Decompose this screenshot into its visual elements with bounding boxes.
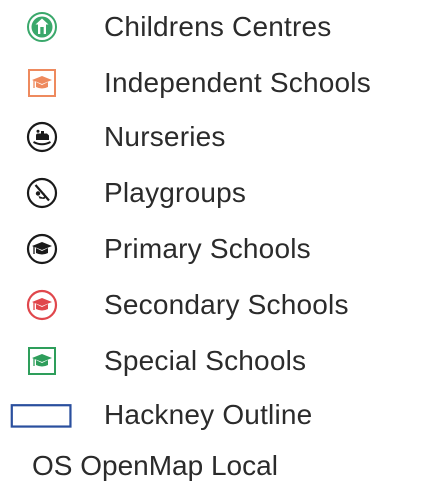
independent-school-icon [10,61,74,105]
secondary-school-icon [10,283,74,327]
basemap-label: OS OpenMap Local [32,450,278,481]
legend-label: Primary Schools [104,233,311,264]
childrens-centre-icon [10,5,74,49]
legend-label: Childrens Centres [104,11,332,42]
legend-item-childrens-centres: Childrens Centres [0,2,422,52]
legend-item-independent-schools: Independent Schools [0,58,422,108]
legend-label: Playgroups [104,177,247,208]
legend-label: Hackney Outline [104,399,313,430]
legend-label: Secondary Schools [104,289,349,320]
primary-school-icon [10,227,74,271]
hackney-outline-swatch [10,393,74,437]
nursery-icon [10,115,74,159]
special-school-icon [10,339,74,383]
legend-item-playgroups: Playgroups [0,168,422,218]
legend-item-nurseries: Nurseries [0,112,422,162]
legend-label: Special Schools [104,345,307,376]
legend-item-hackney-outline: Hackney Outline [0,390,422,440]
legend-item-primary-schools: Primary Schools [0,224,422,274]
legend-item-special-schools: Special Schools [0,336,422,386]
playgroup-icon [10,171,74,215]
legend-label: Nurseries [104,121,226,152]
legend-label: Independent Schools [104,67,371,98]
map-legend: Childrens Centres Independent Schools Nu… [0,0,422,495]
legend-item-secondary-schools: Secondary Schools [0,280,422,330]
